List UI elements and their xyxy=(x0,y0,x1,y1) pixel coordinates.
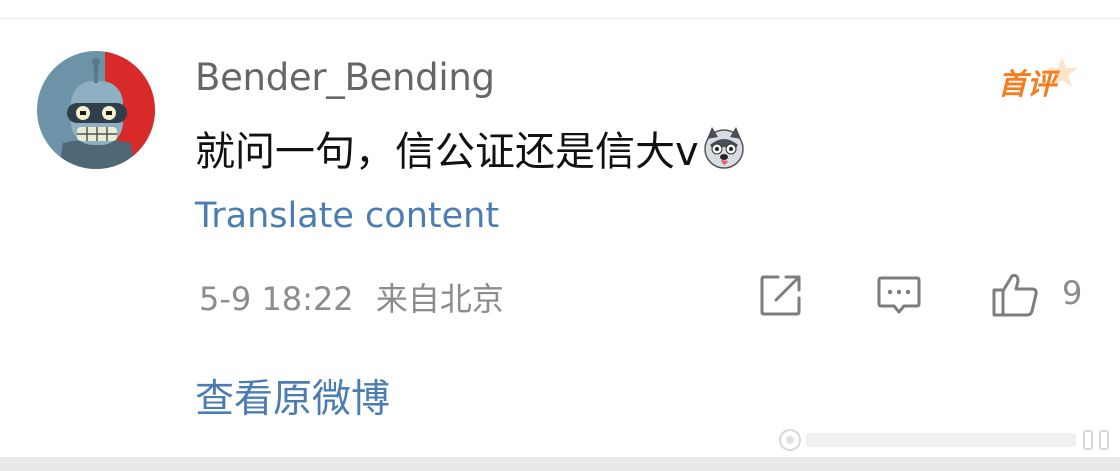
comment-timestamp: 5-9 18:22 xyxy=(199,280,354,318)
translate-content-link[interactable]: Translate content xyxy=(195,196,499,236)
watermark-logo xyxy=(779,429,1109,451)
like-count: 9 xyxy=(1062,274,1083,312)
bottom-bar xyxy=(0,457,1120,471)
username-link[interactable]: Bender_Bending xyxy=(195,56,495,99)
share-icon[interactable] xyxy=(758,272,804,318)
comment-text: 就问一句，信公证还是信大v xyxy=(195,129,699,175)
comment-body: 就问一句，信公证还是信大v xyxy=(195,118,747,178)
comment-location: 来自北京 xyxy=(375,280,504,318)
husky-dog-emoji-icon xyxy=(703,127,744,169)
view-original-post-link[interactable]: 查看原微博 xyxy=(195,368,390,424)
comment-meta: 5-9 18:22 来自北京 xyxy=(199,274,504,320)
badge-label: 首评 xyxy=(998,67,1057,101)
like-thumbs-up-icon[interactable] xyxy=(990,272,1040,318)
comment-icon[interactable] xyxy=(876,272,922,318)
avatar[interactable] xyxy=(37,51,155,169)
bender-avatar-image xyxy=(37,51,155,169)
first-comment-badge: 首评 xyxy=(994,55,1080,105)
top-divider xyxy=(0,18,1120,19)
